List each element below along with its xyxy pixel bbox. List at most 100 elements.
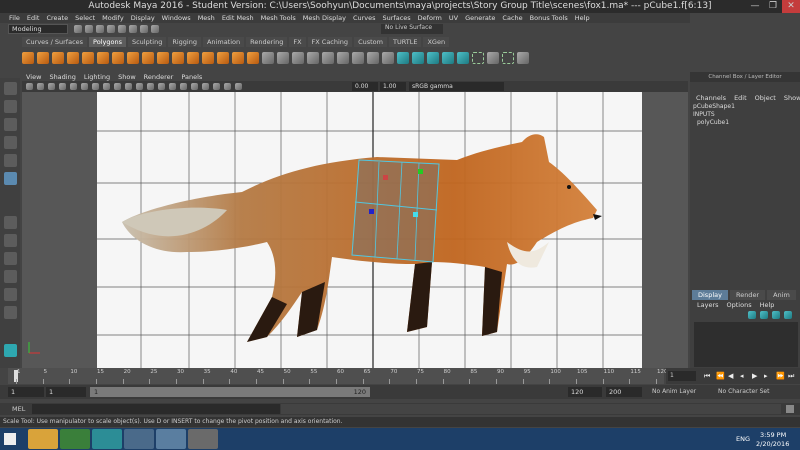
use-all-lights-icon[interactable] [191, 83, 198, 90]
step-forward-frame-icon[interactable]: ▸ [764, 372, 768, 380]
uv-editor-icon[interactable] [487, 52, 499, 64]
move-down-icon[interactable] [784, 311, 792, 319]
menu-deform[interactable]: Deform [418, 14, 442, 22]
chrome-icon[interactable] [60, 429, 90, 449]
planar-mapping-icon[interactable] [502, 52, 514, 64]
move-tool-icon[interactable] [4, 136, 17, 149]
menu-display[interactable]: Display [131, 14, 155, 22]
new-scene-icon[interactable] [74, 25, 82, 33]
mirror-icon[interactable] [352, 52, 364, 64]
smooth-shade-icon[interactable] [158, 83, 165, 90]
shelf-tab-rendering[interactable]: Rendering [246, 37, 288, 47]
poly-superellipse-icon[interactable] [232, 52, 244, 64]
step-forward-key-icon[interactable]: ⏩ [776, 372, 785, 380]
cb-menu-channels[interactable]: Channels [696, 94, 726, 102]
viewport-panel[interactable] [22, 92, 688, 368]
panel-menu-view[interactable]: View [26, 73, 41, 81]
step-back-key-icon[interactable]: ⏪ [716, 372, 725, 380]
animation-start-field[interactable]: 1 [8, 387, 44, 397]
bookmarks-icon[interactable] [48, 83, 55, 90]
minimize-button[interactable]: — [746, 0, 764, 13]
menu-file[interactable]: File [9, 14, 20, 22]
target-weld-icon[interactable] [457, 52, 469, 64]
safe-action-icon[interactable] [125, 83, 132, 90]
poly-disc-icon[interactable] [112, 52, 124, 64]
menu-uv[interactable]: UV [449, 14, 458, 22]
shelf-tab-fx[interactable]: FX [289, 37, 306, 47]
shelf-tab-rigging[interactable]: Rigging [168, 37, 201, 47]
shelf-tab-curves-surfaces[interactable]: Curves / Surfaces [22, 37, 88, 47]
playback-start-field[interactable]: 1 [46, 387, 86, 397]
clock-date[interactable]: 2/20/2016 [756, 440, 789, 448]
layer-menu-layers[interactable]: Layers [697, 301, 719, 309]
scale-tool-icon[interactable] [4, 172, 17, 185]
menu-set-select[interactable]: Modeling [8, 24, 68, 34]
play-backward-icon[interactable]: ◂ [740, 372, 744, 380]
film-gate-icon[interactable] [81, 83, 88, 90]
menu-help[interactable]: Help [575, 14, 590, 22]
panel-menu-show[interactable]: Show [118, 73, 136, 81]
redo-icon[interactable] [118, 25, 126, 33]
time-slider[interactable]: 1 5 10 15 20 25 30 35 40 45 50 55 60 65 70 75 80 85 90 95 10… [8, 368, 668, 384]
poly-soccer-ball-icon[interactable] [217, 52, 229, 64]
file-explorer-icon[interactable] [28, 429, 58, 449]
layer-menu-options[interactable]: Options [727, 301, 752, 309]
menu-create[interactable]: Create [46, 14, 68, 22]
selected-poly-cube[interactable] [351, 159, 440, 263]
wireframe-icon[interactable] [147, 83, 154, 90]
safe-title-icon[interactable] [136, 83, 143, 90]
isolate-select-icon[interactable] [224, 83, 231, 90]
exposure-field[interactable]: 0.00 [352, 82, 378, 91]
anim-layer-select[interactable]: No Anim Layer [652, 388, 696, 395]
wireframe-on-shaded-icon[interactable] [169, 83, 176, 90]
shelf-tab-custom[interactable]: Custom [354, 37, 387, 47]
menu-windows[interactable]: Windows [162, 14, 191, 22]
close-button[interactable]: ✕ [782, 0, 800, 13]
poly-sphere-type-icon[interactable] [247, 52, 259, 64]
smooth-icon[interactable] [322, 52, 334, 64]
app-window-icon[interactable] [124, 429, 154, 449]
image-plane-icon[interactable] [59, 83, 66, 90]
poly-helix-icon[interactable] [187, 52, 199, 64]
bevel-icon[interactable] [412, 52, 424, 64]
maya-taskbar-icon[interactable] [92, 429, 122, 449]
poly-cylinder-icon[interactable] [52, 52, 64, 64]
poly-gear-icon[interactable] [202, 52, 214, 64]
character-set-select[interactable]: No Character Set [718, 388, 769, 395]
undo-icon[interactable] [107, 25, 115, 33]
combine-icon[interactable] [262, 52, 274, 64]
menu-mesh-tools[interactable]: Mesh Tools [261, 14, 296, 22]
poly-cone-icon[interactable] [67, 52, 79, 64]
gamma-field[interactable]: 1.00 [380, 82, 406, 91]
shelf-tab-turtle[interactable]: TURTLE [388, 37, 422, 47]
panel-menu-renderer[interactable]: Renderer [144, 73, 174, 81]
select-components-icon[interactable] [151, 25, 159, 33]
select-tool-icon[interactable] [4, 82, 17, 95]
poly-torus-icon[interactable] [82, 52, 94, 64]
menu-mesh[interactable]: Mesh [198, 14, 215, 22]
menu-edit-mesh[interactable]: Edit Mesh [222, 14, 254, 22]
playback-end-field[interactable]: 120 [568, 387, 602, 397]
booleans-icon[interactable] [307, 52, 319, 64]
poly-plane-icon[interactable] [97, 52, 109, 64]
poly-sphere-icon[interactable] [22, 52, 34, 64]
shelf-tab-xgen[interactable]: XGen [423, 37, 450, 47]
poly-prism-icon[interactable] [157, 52, 169, 64]
panel-menu-lighting[interactable]: Lighting [84, 73, 110, 81]
panel-menu-panels[interactable]: Panels [181, 73, 202, 81]
extract-icon[interactable] [292, 52, 304, 64]
select-objects-icon[interactable] [140, 25, 148, 33]
go-to-start-icon[interactable]: ⏮ [704, 372, 710, 381]
lasso-tool-icon[interactable] [4, 100, 17, 113]
step-back-frame-icon[interactable]: ◀ [728, 372, 733, 380]
save-scene-icon[interactable] [96, 25, 104, 33]
separate-icon[interactable] [277, 52, 289, 64]
select-camera-icon[interactable] [26, 83, 33, 90]
four-view-layout-icon[interactable] [4, 234, 17, 247]
tab-anim[interactable]: Anim [767, 290, 796, 300]
fill-hole-icon[interactable] [367, 52, 379, 64]
language-indicator[interactable]: ENG [736, 435, 750, 443]
new-layer-selected-icon[interactable] [760, 311, 768, 319]
ambient-occlusion-icon[interactable] [213, 83, 220, 90]
field-chart-icon[interactable] [114, 83, 121, 90]
